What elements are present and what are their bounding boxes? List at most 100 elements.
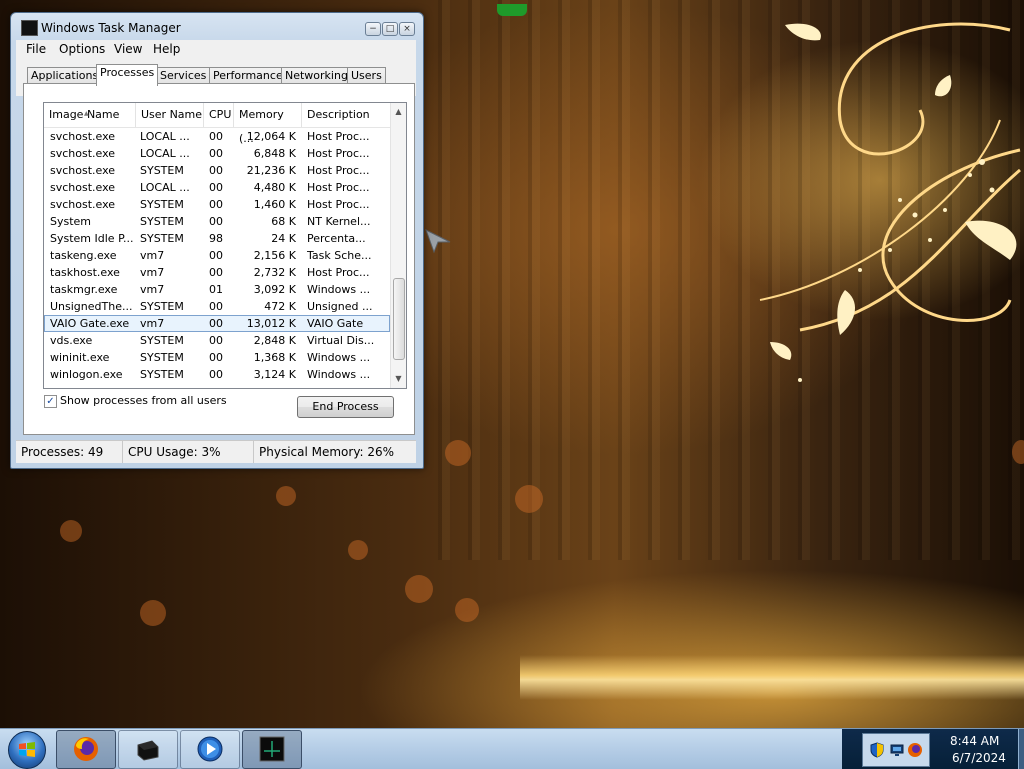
- table-row[interactable]: System SYSTEM 00 68 K NT Kernel...: [44, 213, 390, 230]
- taskbar-media-player-button[interactable]: [180, 730, 240, 769]
- tray-icon-group: [862, 733, 930, 767]
- table-row[interactable]: svchost.exe SYSTEM 00 1,460 K Host Proc...: [44, 196, 390, 213]
- firefox-tray-icon[interactable]: [907, 742, 923, 758]
- taskbar-task-manager-button[interactable]: [242, 730, 302, 769]
- table-row[interactable]: UnsignedThe... SYSTEM 00 472 K Unsigned ...: [44, 298, 390, 315]
- process-memory: 68 K: [271, 215, 296, 228]
- process-description: Host Proc...: [307, 147, 370, 160]
- tab-networking[interactable]: Networking: [281, 67, 352, 84]
- process-cpu: 00: [209, 215, 223, 228]
- table-row[interactable]: svchost.exe SYSTEM 00 21,236 K Host Proc...: [44, 162, 390, 179]
- table-row[interactable]: taskmgr.exe vm7 01 3,092 K Windows ...: [44, 281, 390, 298]
- process-list-header: ▲ Image Name User Name CPU Memory (... D…: [44, 103, 390, 145]
- process-rows: svchost.exe LOCAL ... 00 12,064 K Host Proc.…: [44, 128, 390, 383]
- table-row[interactable]: taskeng.exe vm7 00 2,156 K Task Sche...: [44, 247, 390, 264]
- start-button[interactable]: [8, 731, 46, 769]
- process-description: NT Kernel...: [307, 215, 371, 228]
- process-image-name: vds.exe: [50, 334, 93, 347]
- process-description: Host Proc...: [307, 164, 370, 177]
- tab-users[interactable]: Users: [347, 67, 386, 84]
- column-header-cpu[interactable]: CPU: [204, 103, 234, 127]
- windows-logo-icon: [19, 742, 35, 757]
- process-cpu: 00: [209, 317, 223, 330]
- black-box-icon: [137, 740, 159, 761]
- process-description: Windows ...: [307, 351, 371, 364]
- process-memory: 2,732 K: [253, 266, 296, 279]
- table-row[interactable]: svchost.exe LOCAL ... 00 12,064 K Host Proc.…: [44, 128, 390, 145]
- notification-area: 8:44 AM 6/7/2024: [842, 729, 1024, 769]
- process-description: VAIO Gate: [307, 317, 364, 330]
- process-cpu: 00: [209, 266, 223, 279]
- golden-swirl-ornament: [759, 22, 1021, 382]
- menu-help[interactable]: Help: [153, 42, 180, 56]
- column-header-user-name[interactable]: User Name: [136, 103, 204, 127]
- table-row[interactable]: vds.exe SYSTEM 00 2,848 K Virtual Dis...: [44, 332, 390, 349]
- close-button[interactable]: ×: [399, 22, 415, 36]
- table-row[interactable]: taskhost.exe vm7 00 2,732 K Host Proc...: [44, 264, 390, 281]
- tab-services[interactable]: Services: [156, 67, 211, 84]
- process-list-scrollbar[interactable]: ▲ ▼: [390, 103, 406, 388]
- process-image-name: UnsignedThe...: [50, 300, 133, 313]
- taskbar-app-button[interactable]: [118, 730, 178, 769]
- end-process-button[interactable]: End Process: [297, 396, 394, 418]
- task-manager-app-icon: [21, 20, 38, 36]
- sort-ascending-icon: ▲: [84, 110, 89, 117]
- taskbar-firefox-button[interactable]: [56, 730, 116, 769]
- tab-processes[interactable]: Processes: [96, 64, 159, 86]
- tab-performance[interactable]: Performance: [209, 67, 287, 84]
- table-row[interactable]: winlogon.exe SYSTEM 00 3,124 K Windows ...: [44, 366, 390, 383]
- process-user-name: LOCAL ...: [140, 181, 190, 194]
- process-cpu: 00: [209, 147, 223, 160]
- process-memory: 1,368 K: [253, 351, 296, 364]
- process-memory: 4,480 K: [253, 181, 296, 194]
- maximize-button[interactable]: □: [382, 22, 398, 36]
- process-description: Windows ...: [307, 283, 371, 296]
- process-memory: 6,848 K: [253, 147, 296, 160]
- minimize-button[interactable]: −: [365, 22, 381, 36]
- process-user-name: LOCAL ...: [140, 147, 190, 160]
- process-description: Windows ...: [307, 368, 371, 381]
- process-cpu: 01: [209, 283, 223, 296]
- wallpaper-light-streak: [520, 655, 1024, 700]
- process-cpu: 98: [209, 232, 223, 245]
- show-desktop-button[interactable]: [1018, 729, 1024, 769]
- clock-date[interactable]: 6/7/2024: [952, 751, 1006, 765]
- table-row[interactable]: System Idle P... SYSTEM 98 24 K Percenta...: [44, 230, 390, 247]
- network-icon[interactable]: [889, 742, 905, 758]
- process-list[interactable]: ▲ Image Name User Name CPU Memory (... D…: [43, 102, 407, 389]
- process-memory: 1,460 K: [253, 198, 296, 211]
- process-image-name: taskhost.exe: [50, 266, 120, 279]
- bokeh-light: [455, 598, 479, 622]
- window-titlebar[interactable]: Windows Task Manager − □ ×: [11, 13, 423, 39]
- table-row[interactable]: wininit.exe SYSTEM 00 1,368 K Windows ...: [44, 349, 390, 366]
- status-process-count: Processes: 49: [16, 441, 123, 463]
- bokeh-light: [348, 540, 368, 560]
- menu-view[interactable]: View: [114, 42, 142, 56]
- table-row[interactable]: svchost.exe LOCAL ... 00 4,480 K Host Proc..…: [44, 179, 390, 196]
- column-header-memory[interactable]: Memory (...: [234, 103, 302, 145]
- tab-applications[interactable]: Applications: [27, 67, 103, 84]
- process-user-name: vm7: [140, 283, 165, 296]
- process-user-name: SYSTEM: [140, 198, 184, 211]
- show-all-users-checkbox[interactable]: ✓: [44, 395, 57, 408]
- table-row[interactable]: svchost.exe LOCAL ... 00 6,848 K Host Proc..…: [44, 145, 390, 162]
- scroll-down-arrow-icon[interactable]: ▼: [391, 372, 406, 386]
- process-image-name: VAIO Gate.exe: [50, 317, 130, 330]
- menu-options[interactable]: Options: [59, 42, 105, 56]
- status-physical-memory: Physical Memory: 26%: [259, 445, 395, 459]
- bokeh-light: [60, 520, 82, 542]
- process-image-name: svchost.exe: [50, 198, 116, 211]
- scroll-up-arrow-icon[interactable]: ▲: [391, 105, 406, 119]
- menu-file[interactable]: File: [26, 42, 46, 56]
- clock-time[interactable]: 8:44 AM: [950, 734, 999, 748]
- status-cpu-usage: CPU Usage: 3%: [123, 441, 254, 463]
- process-user-name: SYSTEM: [140, 300, 184, 313]
- bokeh-light: [140, 600, 166, 626]
- scrollbar-thumb[interactable]: [393, 278, 405, 360]
- shield-icon[interactable]: [869, 742, 885, 758]
- table-row[interactable]: VAIO Gate.exe vm7 00 13,012 K VAIO Gate: [44, 315, 390, 332]
- column-header-description[interactable]: Description: [302, 103, 390, 127]
- process-description: Host Proc...: [307, 266, 370, 279]
- process-user-name: SYSTEM: [140, 351, 184, 364]
- column-header-image-name[interactable]: ▲ Image Name: [44, 103, 136, 127]
